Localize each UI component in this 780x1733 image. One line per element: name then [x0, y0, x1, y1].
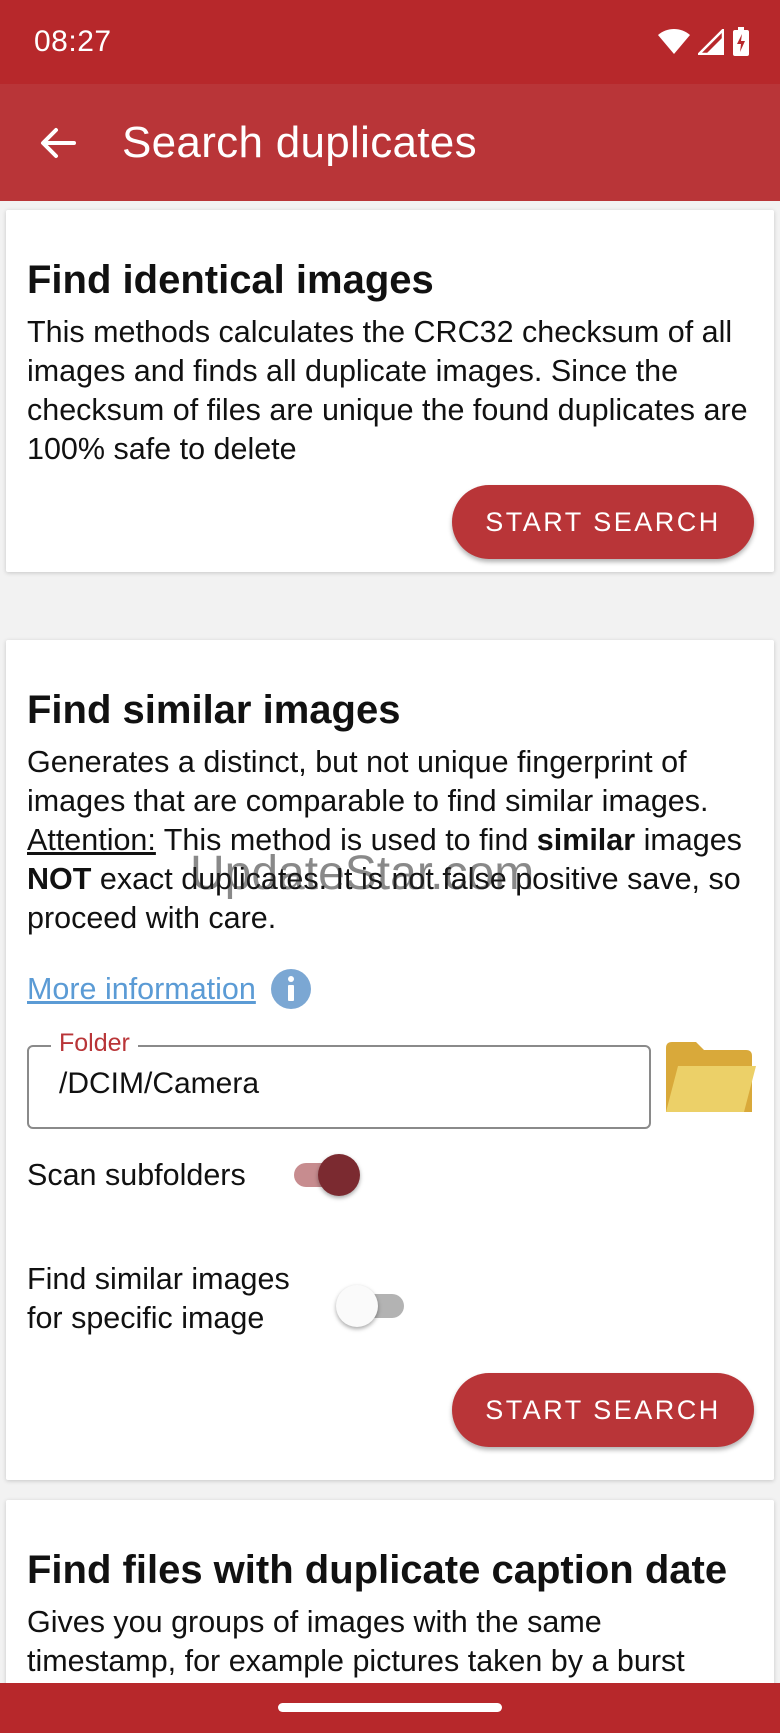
content-area[interactable]: Find identical images This methods calcu… [0, 201, 780, 1683]
similar-card-title: Find similar images [27, 688, 401, 732]
specific-image-switch[interactable] [336, 1285, 412, 1327]
caption-date-card: Find files with duplicate caption date G… [6, 1500, 774, 1683]
start-search-identical-button[interactable]: START SEARCH [452, 485, 754, 559]
status-bar: 08:27 [0, 0, 780, 84]
more-information-link[interactable]: More information [27, 972, 256, 1007]
switch-thumb [336, 1285, 378, 1327]
caption-date-card-title: Find files with duplicate caption date [27, 1548, 728, 1592]
folder-field-label: Folder [51, 1029, 138, 1058]
desc-part: images [635, 823, 742, 857]
arrow-back-icon [41, 127, 76, 158]
similar-card-description: Generates a distinct, but not unique fin… [27, 743, 757, 938]
desc-part: exact duplicates. It is not false positi… [27, 862, 741, 935]
desc-similar: similar [536, 823, 636, 857]
back-button[interactable] [28, 113, 88, 173]
desc-not: NOT [27, 862, 92, 896]
choose-folder-button[interactable] [664, 1040, 758, 1120]
home-gesture-handle[interactable] [278, 1703, 502, 1712]
scan-subfolders-switch[interactable] [290, 1154, 366, 1196]
navigation-bar [0, 1683, 780, 1733]
info-icon[interactable] [270, 968, 312, 1010]
page-title: Search duplicates [122, 117, 477, 167]
folder-input[interactable] [59, 1067, 619, 1101]
status-time: 08:27 [34, 25, 112, 58]
caption-date-card-description: Gives you groups of images with the same… [27, 1605, 685, 1678]
identical-images-card: Find identical images This methods calcu… [6, 210, 774, 572]
desc-part: This method is used to find [155, 823, 537, 857]
desc-attention: Attention: [27, 823, 156, 857]
folder-icon [666, 1042, 756, 1112]
folder-field[interactable]: Folder [27, 1029, 651, 1129]
specific-image-label: Find similar images for specific image [27, 1262, 290, 1335]
signal-icon [698, 29, 724, 55]
identical-card-title: Find identical images [27, 258, 434, 302]
app-bar: Search duplicates [0, 84, 780, 201]
identical-card-description: This methods calculates the CRC32 checks… [27, 315, 748, 466]
more-information: More information [27, 968, 312, 1010]
start-search-similar-button[interactable]: START SEARCH [452, 1373, 754, 1447]
wifi-icon [658, 29, 690, 54]
switch-thumb [318, 1154, 360, 1196]
status-icons [658, 27, 750, 57]
scan-subfolders-label: Scan subfolders [27, 1158, 246, 1192]
similar-images-card: Find similar images Generates a distinct… [6, 640, 774, 1480]
desc-part: Generates a distinct, but not unique fin… [27, 745, 709, 818]
battery-charging-icon [733, 27, 749, 56]
